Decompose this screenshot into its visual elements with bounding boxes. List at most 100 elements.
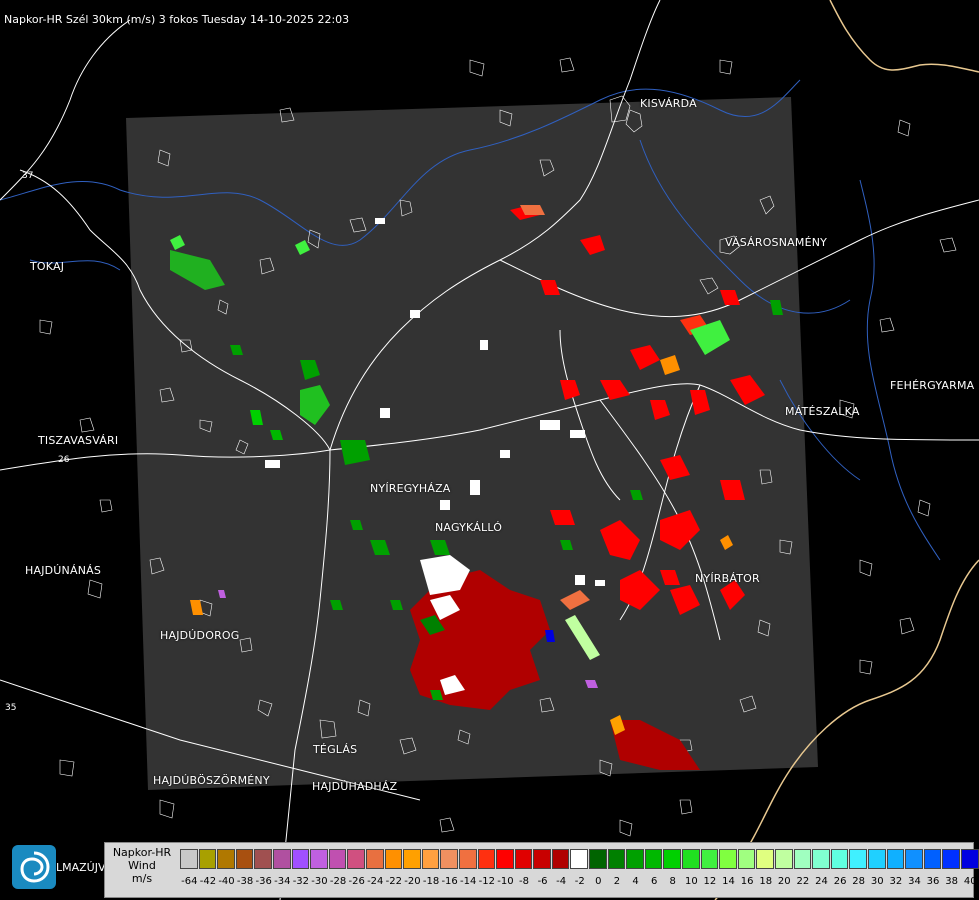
city-label-fehergyarmat: FEHÉRGYARMA xyxy=(890,379,975,392)
legend-swatch xyxy=(756,849,774,869)
legend-swatch xyxy=(812,849,830,869)
legend-swatch xyxy=(496,849,514,869)
legend-swatch xyxy=(942,849,960,869)
city-label-hajduboszormeny: HAJDÚBÖSZÖRMÉNY xyxy=(153,774,270,787)
legend-tick: 40 xyxy=(963,876,977,887)
legend-swatches xyxy=(180,849,979,869)
legend-swatch xyxy=(384,849,403,869)
legend-tick: 6 xyxy=(650,876,658,887)
legend-tick: -36 xyxy=(255,876,272,887)
legend-swatch xyxy=(905,849,923,869)
legend-tick: 16 xyxy=(740,876,754,887)
legend-swatch xyxy=(403,849,421,869)
city-label-hajduhadhaz: HAJDÚHADHÁZ xyxy=(312,780,398,793)
legend-swatch xyxy=(365,849,384,869)
legend-tick: -20 xyxy=(404,876,421,887)
legend-tick: 14 xyxy=(722,876,735,887)
legend-swatch xyxy=(347,849,365,869)
legend-swatch xyxy=(570,849,589,869)
legend-tick: -30 xyxy=(311,876,328,887)
legend-tick: 8 xyxy=(669,876,676,887)
city-label-nagykallo: NAGYKÁLLÓ xyxy=(435,521,503,534)
legend-tick: 32 xyxy=(889,876,903,887)
legend-swatch xyxy=(923,849,942,869)
legend-tick: -32 xyxy=(292,876,310,887)
legend-swatch xyxy=(310,849,328,869)
legend-swatch xyxy=(198,849,217,869)
legend-tick: -34 xyxy=(274,876,291,887)
legend-tick: 36 xyxy=(926,876,940,887)
legend-tick: -8 xyxy=(518,876,529,887)
radar-map: 37 26 35 xyxy=(0,0,979,900)
legend-ticks: -64 -42 -40 -38 -36 -34 -32 -30 -28 -26 -24 -22 -20-… xyxy=(180,876,979,887)
legend-tick: 18 xyxy=(759,876,773,887)
legend-tick: 38 xyxy=(945,876,958,887)
city-label-tiszavasvari: TISZAVASVÁRI xyxy=(38,434,119,447)
legend-tick: 22 xyxy=(796,876,810,887)
city-label-teglas: TÉGLÁS xyxy=(313,743,358,756)
legend-tick: 26 xyxy=(833,876,847,887)
legend-swatch xyxy=(737,849,756,869)
legend-tick: -6 xyxy=(537,876,548,887)
wind-legend: Napkor-HR Wind m/s -64 -42 -40 -38 -36 -34 -32… xyxy=(104,842,979,898)
legend-swatch xyxy=(775,849,793,869)
city-label-nyiregyhaza: NYÍREGYHÁZA xyxy=(370,482,451,495)
city-label-kisvarda: KISVÁRDA xyxy=(640,97,697,110)
road-number: 37 xyxy=(22,171,33,181)
legend-swatch xyxy=(644,849,663,869)
road-number: 26 xyxy=(58,455,70,465)
legend-tick: -26 xyxy=(348,876,365,887)
legend-tick: 10 xyxy=(684,876,698,887)
legend-swatch xyxy=(477,849,496,869)
legend-tick: -2 xyxy=(574,876,585,887)
city-label-hajdudorog: HAJDÚDOROG xyxy=(160,629,240,642)
legend-tick: -24 xyxy=(367,876,384,887)
legend-tick: -64 xyxy=(181,876,198,887)
legend-tick: 28 xyxy=(852,876,866,887)
road-number: 35 xyxy=(5,703,16,713)
legend-tick: -28 xyxy=(329,876,347,887)
legend-swatch xyxy=(663,849,682,869)
legend-swatch xyxy=(551,849,570,869)
city-label-hajdunanas: HAJDÚNÁNÁS xyxy=(25,564,102,577)
legend-swatch xyxy=(421,849,440,869)
legend-tick: -12 xyxy=(478,876,495,887)
legend-swatch xyxy=(235,849,254,869)
legend-swatch xyxy=(589,849,607,869)
legend-swatch xyxy=(849,849,867,869)
legend-tick: -18 xyxy=(422,876,440,887)
legend-tick: 2 xyxy=(613,876,621,887)
legend-swatch xyxy=(291,849,310,869)
napkor-logo-icon xyxy=(12,845,56,889)
legend-tick: 30 xyxy=(870,876,884,887)
legend-swatch xyxy=(700,849,719,869)
legend-swatch xyxy=(867,849,886,869)
legend-swatch xyxy=(607,849,626,869)
legend-swatch xyxy=(328,849,347,869)
legend-swatch xyxy=(626,849,644,869)
city-label-nyirbator: NYÍRBÁTOR xyxy=(695,572,760,585)
legend-swatch xyxy=(793,849,812,869)
legend-swatch xyxy=(682,849,700,869)
legend-tick: -42 xyxy=(199,876,217,887)
legend-line1: Napkor-HR xyxy=(112,846,172,859)
legend-swatch xyxy=(514,849,533,869)
legend-swatch xyxy=(886,849,905,869)
legend-line3: m/s xyxy=(131,872,153,885)
legend-tick: -40 xyxy=(218,876,235,887)
legend-tick: -22 xyxy=(385,876,402,887)
legend-swatch xyxy=(533,849,551,869)
legend-line2: Wind xyxy=(128,859,156,872)
legend-tick: -38 xyxy=(236,876,254,887)
legend-tick: -10 xyxy=(497,876,514,887)
legend-tick: 34 xyxy=(908,876,921,887)
legend-tick: -16 xyxy=(441,876,458,887)
city-label-vasarosnameny: VÁSÁROSNAMÉNY xyxy=(725,236,828,249)
legend-swatch xyxy=(272,849,291,869)
legend-swatch xyxy=(458,849,477,869)
legend-tick: -14 xyxy=(460,876,477,887)
legend-swatch xyxy=(180,849,198,869)
legend-swatch xyxy=(960,849,979,869)
legend-swatch xyxy=(217,849,235,869)
legend-title: Napkor-HR Wind m/s xyxy=(107,846,177,885)
